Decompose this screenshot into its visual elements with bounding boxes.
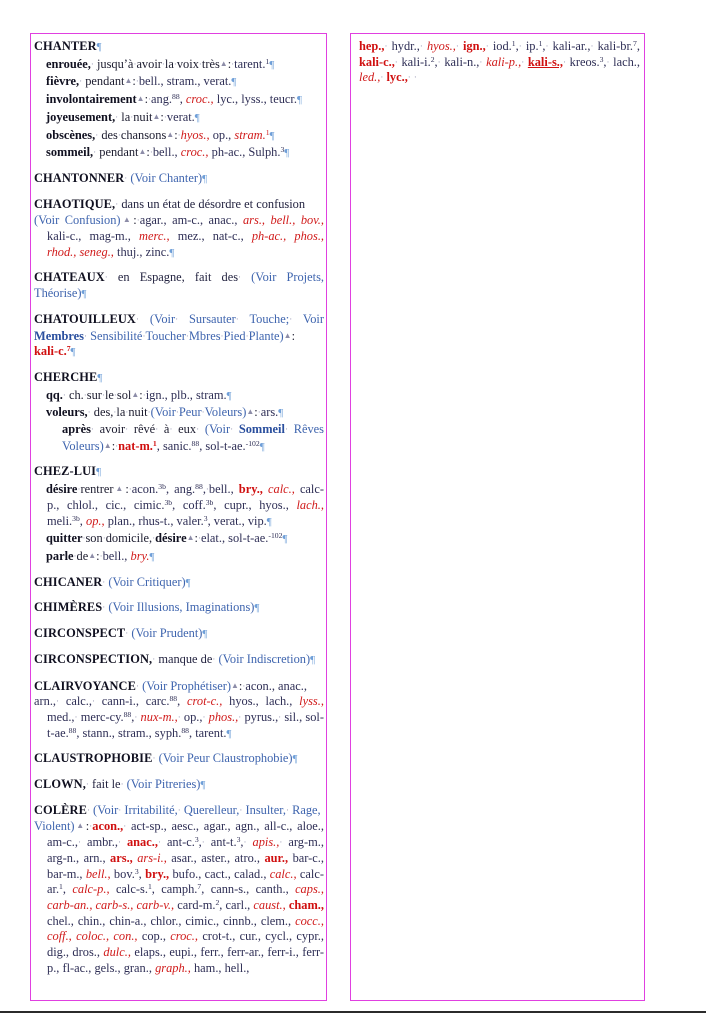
two-column-text-area: CHANTER¶ enrouée,· jusqu’à·avoir·la·voix… [30,33,675,1001]
rubric-heading: CHIMÈRES [34,600,103,615]
rubric-heading: CHATEAUX [34,270,105,285]
sub-entry: désire·rentrer▲:·acon.3b, ang.88,·bell.,… [46,482,325,528]
cross-reference: (Voir Indiscretion) [218,651,311,666]
rubric-circonspection[interactable]: CIRCONSPECTION,· manque de· (Voir Indisc… [34,652,324,669]
rubric-chateaux[interactable]: CHATEAUX· en Espagne, fait des· (Voir Pr… [34,270,324,302]
repertory-page: CHANTER¶ enrouée,· jusqu’à·avoir·la·voix… [0,0,706,1019]
cross-reference: (Voir Chanter) [130,170,203,185]
sub-entry: quitter·son·domicile,·désire▲:·elat., so… [46,531,288,546]
cross-reference: (Voir· Irritabilité,· Querelleur,· Insul… [93,802,321,817]
rubric-cherche[interactable]: CHERCHE¶ qq.· ch.·sur·le·sol▲:·ign., plb… [34,370,324,456]
rubric-chez-lui[interactable]: CHEZ-LUI¶ désire·rentrer▲:·acon.3b, ang.… [34,464,324,565]
rubric-heading: CIRCONSPECT [34,626,126,641]
rubric-circonspect[interactable]: CIRCONSPECT· (Voir Prudent)¶ [34,626,324,643]
rubric-heading: CHANTONNER [34,170,125,185]
sub-entry: enrouée,· jusqu’à·avoir·la·voix·très▲:·t… [46,56,275,71]
sub-entry: qq.· ch.·sur·le·sol▲:·ign., plb., stram.… [46,387,232,402]
rubric-description: en Espagne, fait des [117,270,239,285]
sub-entry: fièvre,· pendant▲:·bell., stram., verat.… [46,74,237,89]
cross-reference: (Voir Prudent) [131,626,203,641]
right-text-frame: hep.,· hydr.,· hyos.,· ign.,· iod.1,· ip… [350,33,645,1001]
rubric-heading: COLÈRE [34,802,87,817]
rubric-chicaner[interactable]: CHICANER· (Voir Critiquer)¶ [34,575,324,592]
rubric-colere[interactable]: COLÈRE· (Voir· Irritabilité,· Querelleur… [34,803,324,977]
rubric-chanter[interactable]: CHANTER¶ enrouée,· jusqu’à·avoir·la·voix… [34,39,324,162]
rubric-heading: CHATOUILLEUX [34,311,136,326]
cross-reference: (Voir Confusion) [34,213,121,228]
rubric-colere-continuation[interactable]: hep.,· hydr.,· hyos.,· ign.,· iod.1,· ip… [359,39,640,86]
sub-entry: après· avoir· rêvé· à· eux· (Voir· Somme… [62,422,324,453]
cross-reference: (Voir Critiquer) [108,574,186,589]
rubric-heading: CIRCONSPECTION, [34,651,153,666]
cross-reference: (Voir Peur Claustrophobie) [158,751,293,766]
rubric-heading: CHERCHE [34,369,98,384]
rubric-heading: CHEZ-LUI [34,464,97,479]
cross-reference: (Voir Pitreries) [126,777,201,792]
cross-reference: (Voir Illusions, Imaginations) [108,600,255,615]
rubric-chatouilleux[interactable]: CHATOUILLEUX· (Voir· Sursauter· Touche;·… [34,312,324,361]
rubric-chimeres[interactable]: CHIMÈRES· (Voir Illusions, Imaginations)… [34,600,324,617]
rubric-heading: CLAIRVOYANCE [34,678,136,693]
sub-entry: joyeusement,· la·nuit▲:·verat.¶ [46,109,200,124]
rubric-description: dans un état de désordre et confusion [121,196,306,211]
rubric-claustrophobie[interactable]: CLAUSTROPHOBIE· (Voir Peur Claustrophobi… [34,751,324,768]
cross-reference: (Voir Prophétiser) [142,678,231,693]
sub-entry: parle·de▲:·bell., bry.¶ [46,548,155,563]
rubric-description: manque de [158,651,213,666]
rubric-clown[interactable]: CLOWN,· fait le· (Voir Pitreries)¶ [34,777,324,794]
rubric-clairvoyance[interactable]: CLAIRVOYANCE· (Voir Prophétiser)▲:·acon.… [34,678,324,743]
rubric-heading: CLAUSTROPHOBIE [34,751,153,766]
rubric-description: fait le [92,777,121,792]
page-bottom-rule [0,1011,706,1013]
sub-entry: voleurs,· des,·la·nuit·(Voir·Peur·Voleur… [46,405,284,420]
rubric-heading: CHICANER [34,574,103,589]
sub-entry: involontairement▲:·ang.88, croc., lyc., … [46,92,302,107]
rubric-chantonner[interactable]: CHANTONNER· (Voir Chanter)¶ [34,171,324,188]
rubric-heading: CHAOTIQUE, [34,196,116,211]
left-text-frame: CHANTER¶ enrouée,· jusqu’à·avoir·la·voix… [30,33,327,1001]
rubric-heading: CHANTER [34,39,97,53]
sub-entry: obscènes,· des·chansons▲:·hyos., op., st… [46,127,275,142]
rubric-heading: CLOWN, [34,777,86,792]
rubric-chaotique[interactable]: CHAOTIQUE,· dans un état de désordre et … [34,197,324,262]
sub-entry: sommeil,· pendant▲:·bell., croc., ph-ac.… [46,145,290,160]
